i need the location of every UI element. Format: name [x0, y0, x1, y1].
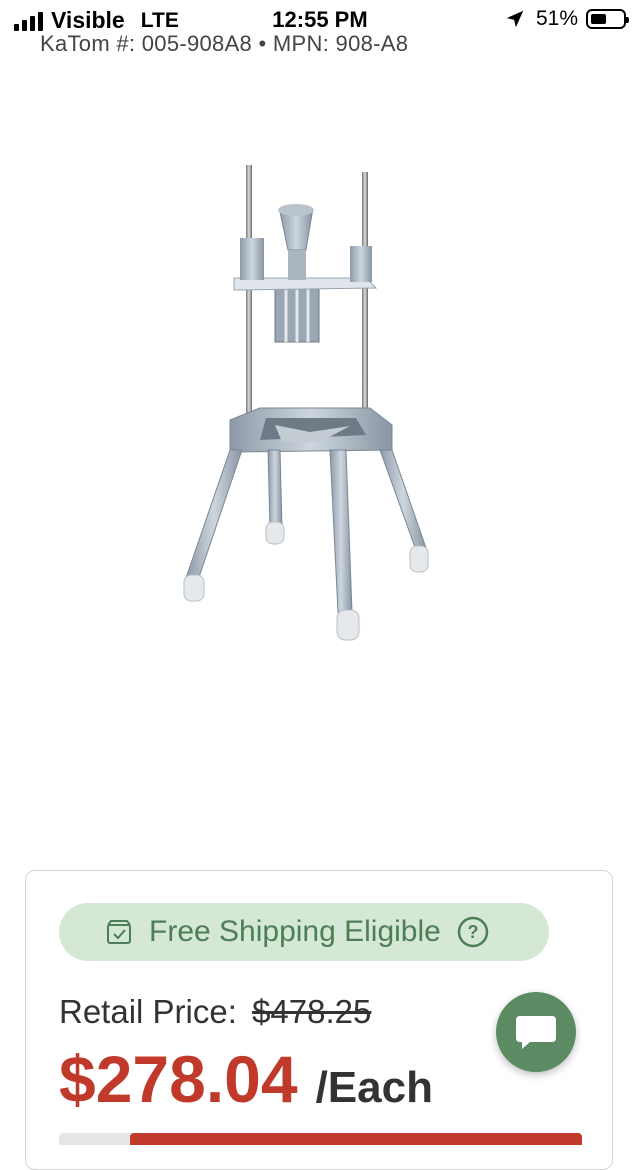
location-arrow-icon: [506, 10, 524, 28]
sale-price-row: $278.04 /Each: [59, 1041, 433, 1117]
add-to-cart-button[interactable]: [130, 1133, 582, 1145]
battery-level: [591, 14, 607, 24]
help-icon[interactable]: ?: [457, 916, 489, 948]
product-sku-line: KaTom #: 005-908A8 • MPN: 908-A8: [40, 31, 409, 56]
retail-price-label: Retail Price:: [59, 993, 237, 1030]
free-shipping-label: Free Shipping Eligible: [149, 915, 441, 948]
retail-price-value: $478.25: [252, 993, 372, 1030]
sale-price: $278.04: [59, 1042, 298, 1116]
battery-percent: 51%: [535, 7, 578, 30]
price-unit: /Each: [315, 1063, 433, 1112]
free-shipping-badge[interactable]: Free Shipping Eligible ?: [59, 903, 549, 961]
product-image[interactable]: [170, 150, 450, 650]
svg-text:?: ?: [467, 922, 478, 942]
chat-button[interactable]: [496, 992, 576, 1072]
status-right: 51%: [504, 7, 629, 31]
chat-icon: [516, 1016, 556, 1049]
box-check-icon: [107, 920, 131, 944]
retail-price-row: Retail Price: $478.25: [59, 993, 371, 1031]
quantity-control-edge[interactable]: [59, 1133, 131, 1145]
battery-icon: [586, 9, 629, 29]
